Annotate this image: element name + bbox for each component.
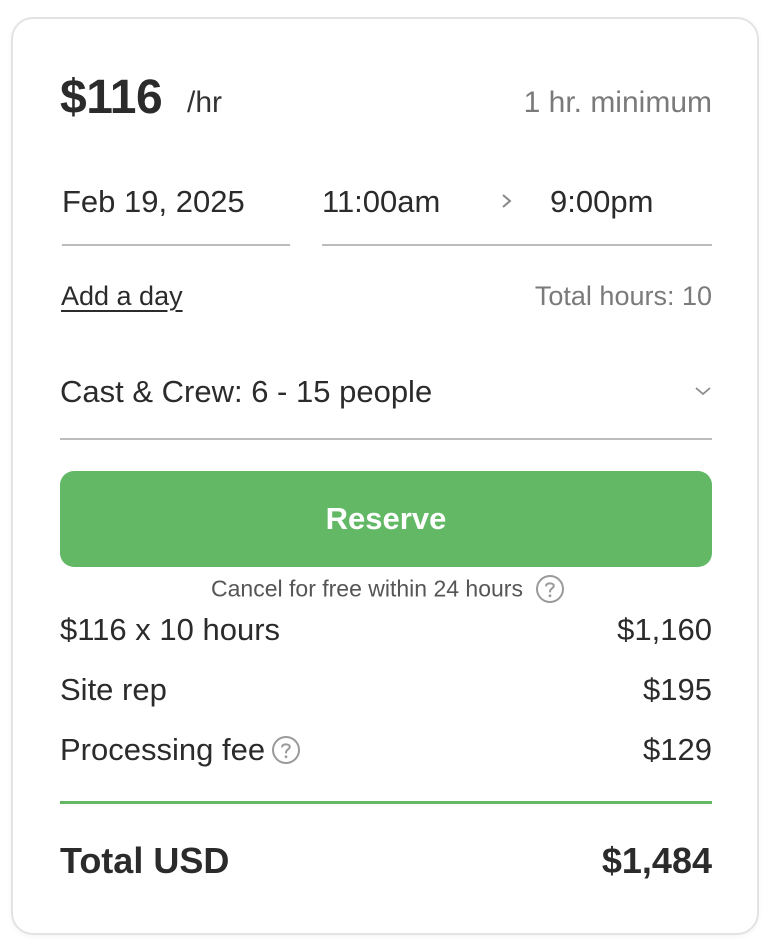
attendees-value: Cast & Crew: 6 - 15 people	[60, 374, 433, 409]
attendees-select[interactable]: Cast & Crew: 6 - 15 people	[60, 358, 712, 440]
line-item-amount: $1,160	[617, 612, 712, 647]
chevron-right-icon	[502, 194, 512, 208]
end-time[interactable]: 9:00pm	[550, 184, 653, 220]
add-day-link[interactable]: Add a day	[61, 281, 183, 312]
date-picker[interactable]: Feb 19, 2025	[62, 170, 290, 246]
cancel-policy: Cancel for free within 24 hours	[0, 574, 776, 604]
total-amount: $1,484	[601, 840, 712, 881]
chevron-down-icon	[695, 387, 711, 396]
line-item-amount: $129	[643, 732, 712, 767]
hourly-rate: $116	[60, 71, 163, 124]
line-item-label: Processing fee	[60, 732, 301, 768]
processing-fee-label: Processing fee	[60, 732, 266, 767]
help-circle-icon[interactable]	[535, 574, 565, 604]
total-divider	[60, 801, 712, 804]
total-hours: Total hours: 10	[534, 281, 712, 311]
line-item-amount: $195	[643, 672, 712, 707]
line-item-label: $116 x 10 hours	[60, 612, 281, 647]
cancel-policy-text: Cancel for free within 24 hours	[211, 575, 523, 602]
minimum-hours: 1 hr. minimum	[523, 86, 712, 119]
time-range-picker[interactable]: 11:00am 9:00pm	[322, 170, 712, 246]
date-value: Feb 19, 2025	[62, 184, 245, 219]
rate-unit: /hr	[187, 86, 223, 119]
start-time[interactable]: 11:00am	[322, 184, 440, 220]
line-item-label: Site rep	[60, 672, 167, 707]
help-circle-icon[interactable]	[271, 735, 301, 765]
total-label: Total USD	[60, 840, 230, 881]
reserve-button[interactable]: Reserve	[60, 471, 712, 567]
